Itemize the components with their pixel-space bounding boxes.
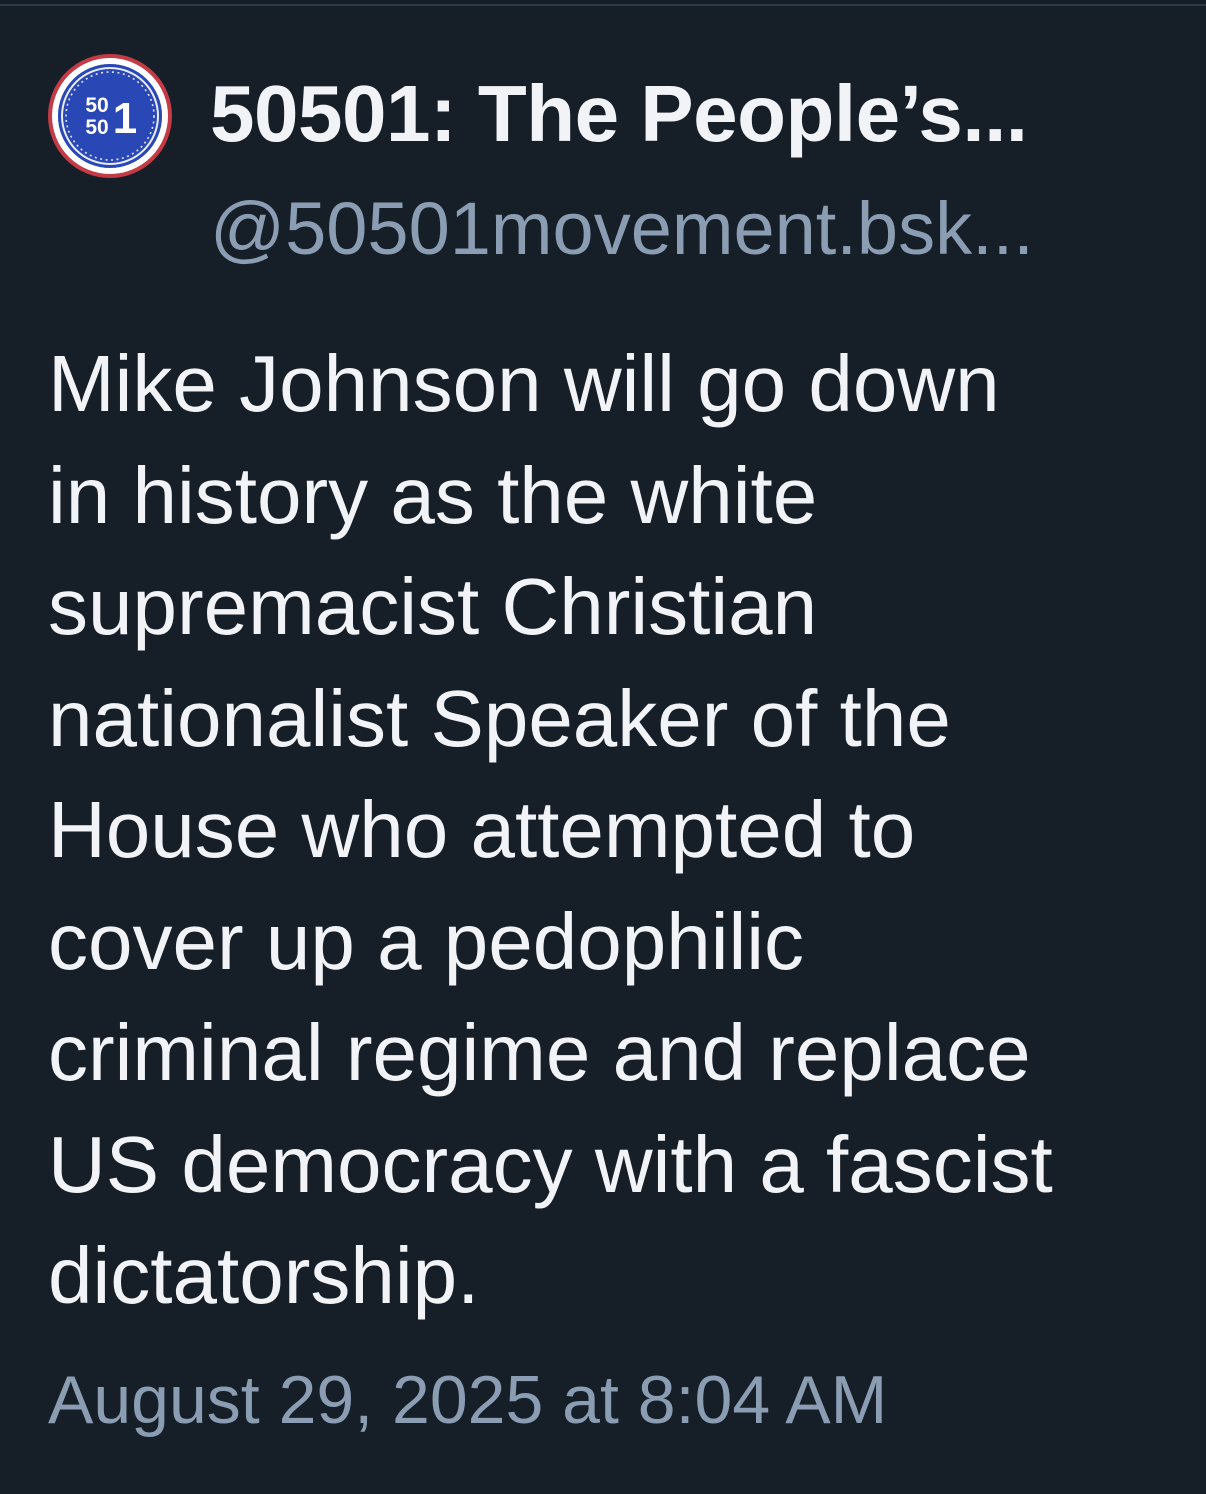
post-body: Mike Johnson will go down in history as … xyxy=(48,328,1168,1332)
avatar[interactable]: 50 50 1 xyxy=(48,54,172,178)
post-body-line: nationalist Speaker of the xyxy=(48,673,951,763)
post-body-line: dictatorship. xyxy=(48,1231,480,1320)
author-handle[interactable]: @50501movement.bsk... xyxy=(210,192,1034,266)
post-body-line: House who attempted to xyxy=(48,785,916,874)
50501-logo-icon: 50 50 1 xyxy=(65,71,155,161)
post: 50 50 1 50501: The People’s... @50501mov… xyxy=(0,0,1206,1494)
post-body-line: supremacist Christian xyxy=(48,562,818,651)
post-body-line: Mike Johnson will go down xyxy=(48,339,1000,428)
logo-line1: 50 xyxy=(85,94,108,117)
avatar-logo: 50 50 1 xyxy=(58,64,162,168)
logo-big: 1 xyxy=(113,94,137,143)
post-body-line: cover up a pedophilic xyxy=(48,896,805,986)
post-body-line: criminal regime and replace xyxy=(48,1008,1031,1097)
post-body-line: US democracy with a fascist xyxy=(48,1119,1053,1209)
logo-line2: 50 xyxy=(85,116,108,139)
post-body-line: in history as the white xyxy=(48,450,818,540)
display-name[interactable]: 50501: The People’s... xyxy=(210,74,1028,154)
post-timestamp[interactable]: August 29, 2025 at 8:04 AM xyxy=(48,1366,887,1434)
